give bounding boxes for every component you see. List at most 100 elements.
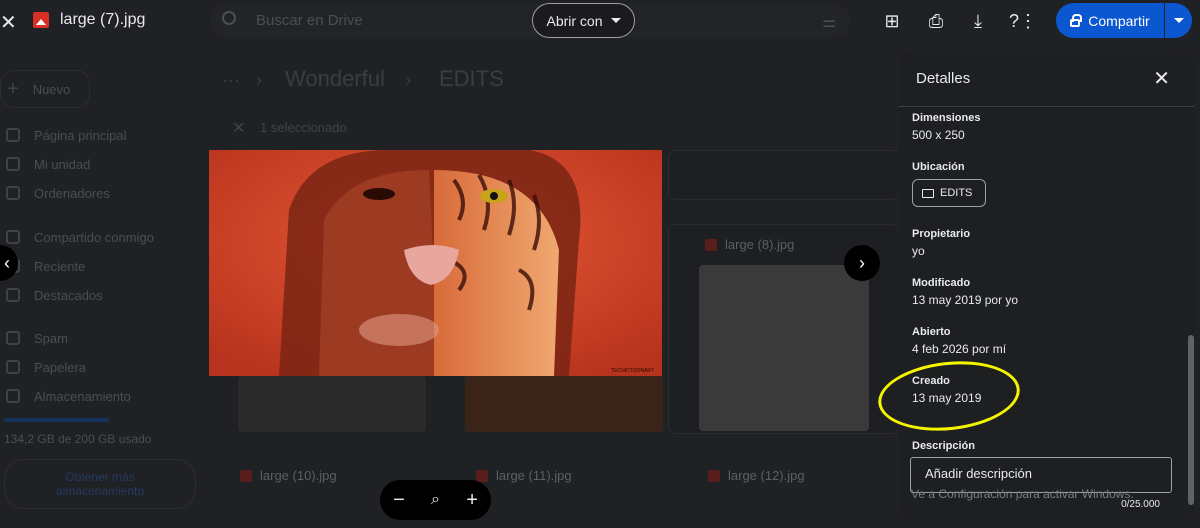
trash-icon [6, 360, 20, 374]
zoom-toolbar: − ⌕ + [380, 480, 491, 520]
close-details-icon[interactable]: ✕ [1153, 66, 1170, 91]
sidebar-item-storage[interactable]: Almacenamiento [0, 385, 131, 407]
search-placeholder: Buscar en Drive [256, 12, 363, 29]
plus-icon: + [7, 77, 19, 100]
sidebar-item-label: Spam [34, 330, 68, 346]
file-thumbnail [465, 376, 663, 432]
breadcrumb-parent[interactable]: Wonderful [285, 66, 385, 92]
field-label: Modificado [912, 277, 971, 289]
drive-icon [6, 157, 20, 171]
chevron-left-icon: ‹ [4, 252, 10, 273]
zoom-reset-icon[interactable]: ⌕ [431, 491, 440, 509]
sidebar-item-shared[interactable]: Compartido conmigo [0, 226, 154, 248]
new-button[interactable]: + Nuevo [0, 70, 90, 108]
sidebar-item-label: Reciente [34, 258, 86, 274]
modified-field: Modificado 13 may 2019 por yo [912, 277, 1018, 307]
details-title: Detalles [916, 69, 971, 87]
chevron-right-icon: › [859, 252, 865, 273]
field-label: Descripción [912, 440, 975, 452]
image-file-icon [708, 469, 720, 482]
sidebar-item-spam[interactable]: Spam [0, 327, 68, 349]
image-file-icon [33, 12, 49, 28]
selection-label: 1 seleccionado [260, 120, 347, 135]
location-chip[interactable]: EDITS [912, 179, 986, 207]
open-with-label: Abrir con [546, 12, 603, 29]
file-card[interactable] [668, 150, 900, 200]
folder-icon [922, 188, 934, 198]
file-name: large (10).jpg [260, 468, 337, 483]
people-icon [6, 230, 20, 244]
share-button[interactable]: Compartir [1056, 3, 1164, 38]
file-name: large (11).jpg [496, 468, 572, 483]
zoom-in-icon[interactable]: + [466, 489, 478, 512]
details-scrollbar[interactable] [1188, 335, 1194, 505]
sidebar-item-computers[interactable]: Ordenadores [0, 182, 110, 204]
new-button-label: Nuevo [32, 81, 71, 97]
add-comment-icon[interactable]: ⊞ [881, 10, 903, 32]
close-viewer-icon[interactable]: ✕ [0, 10, 17, 35]
sidebar-item-label: Página principal [34, 127, 127, 143]
field-value: 13 may 2019 por yo [912, 293, 1019, 307]
location-value: EDITS [940, 187, 973, 199]
details-header: Detalles ✕ [898, 50, 1194, 107]
chevron-down-icon [1173, 18, 1184, 23]
owner-field: Propietario yo [912, 228, 970, 258]
description-field: Descripción [912, 440, 975, 452]
home-icon [6, 128, 20, 142]
opened-field: Abierto 4 feb 2026 por mí [912, 326, 1006, 356]
star-icon [6, 288, 20, 302]
zoom-out-icon[interactable]: − [393, 489, 405, 512]
file-title: large (7).jpg [60, 11, 146, 28]
field-label: Propietario [912, 228, 971, 240]
cloud-icon [6, 389, 20, 403]
dimensions-field: Dimensiones 500 x 250 [912, 112, 980, 142]
search-options-icon[interactable]: ⚌ [822, 12, 836, 32]
sidebar-item-label: Almacenamiento [34, 388, 131, 404]
share-options-button[interactable] [1165, 3, 1192, 38]
breadcrumb-more-icon[interactable]: ··· [222, 70, 240, 91]
next-button[interactable]: › [844, 245, 880, 281]
sidebar-item-label: Ordenadores [34, 185, 110, 201]
chevron-right-icon: › [256, 70, 262, 90]
viewer-top-bar: ✕ large (7).jpg Buscar en Drive ⚌ Abrir … [0, 0, 1200, 42]
field-value: 4 feb 2026 por mí [912, 342, 1007, 356]
sidebar-item-my-drive[interactable]: Mi unidad [0, 153, 90, 175]
field-label: Abierto [912, 326, 951, 338]
get-more-storage-button[interactable]: Obtener más almacenamiento [4, 459, 196, 509]
field-value: yo [912, 244, 925, 258]
share-label: Compartir [1088, 12, 1150, 29]
sidebar-item-trash[interactable]: Papelera [0, 356, 86, 378]
sidebar-item-label: Mi unidad [34, 156, 91, 172]
preview-artwork: TECNICTOONART [209, 150, 662, 376]
image-credit: TECNICTOONART [611, 368, 654, 374]
sidebar-item-label: Papelera [34, 359, 87, 375]
file-name: large (8).jpg [725, 237, 795, 252]
image-file-icon [705, 238, 717, 251]
breadcrumb-current[interactable]: EDITS [439, 66, 504, 92]
sidebar-item-home[interactable]: Página principal [0, 124, 127, 146]
location-field: Ubicación EDITS [912, 161, 986, 207]
details-panel: Detalles ✕ Dimensiones 500 x 250 Ubicaci… [898, 50, 1194, 520]
print-icon[interactable]: ⎙ [925, 10, 947, 32]
activation-watermark: Ve a Configuración para activar Windows. [911, 487, 1134, 501]
file-thumbnail [699, 265, 869, 431]
file-thumbnail [238, 376, 426, 432]
lock-icon [1070, 13, 1083, 27]
image-preview: TECNICTOONART [209, 150, 662, 376]
spam-icon [6, 331, 20, 345]
image-file-icon [240, 469, 252, 482]
open-with-button[interactable]: Abrir con [532, 3, 635, 38]
image-file-icon [476, 469, 488, 482]
chevron-down-icon [610, 18, 621, 23]
clear-selection-icon[interactable]: ✕ [232, 118, 245, 138]
field-label: Dimensiones [912, 112, 981, 124]
sidebar-item-label: Compartido conmigo [34, 229, 154, 245]
storage-bar [4, 418, 109, 422]
field-label: Ubicación [912, 161, 965, 173]
sidebar-item-starred[interactable]: Destacados [0, 284, 103, 306]
search-icon [222, 11, 236, 25]
storage-text: 134,2 GB de 200 GB usado [4, 432, 152, 446]
download-icon[interactable]: ⤓ [967, 10, 989, 32]
more-vert-icon[interactable]: ⋮ [1017, 10, 1039, 32]
computer-icon [6, 186, 20, 200]
